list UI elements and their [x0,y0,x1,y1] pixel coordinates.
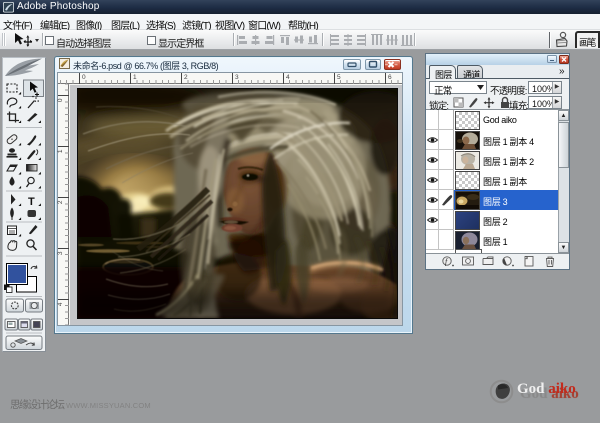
svg-text:T: T [28,196,35,208]
